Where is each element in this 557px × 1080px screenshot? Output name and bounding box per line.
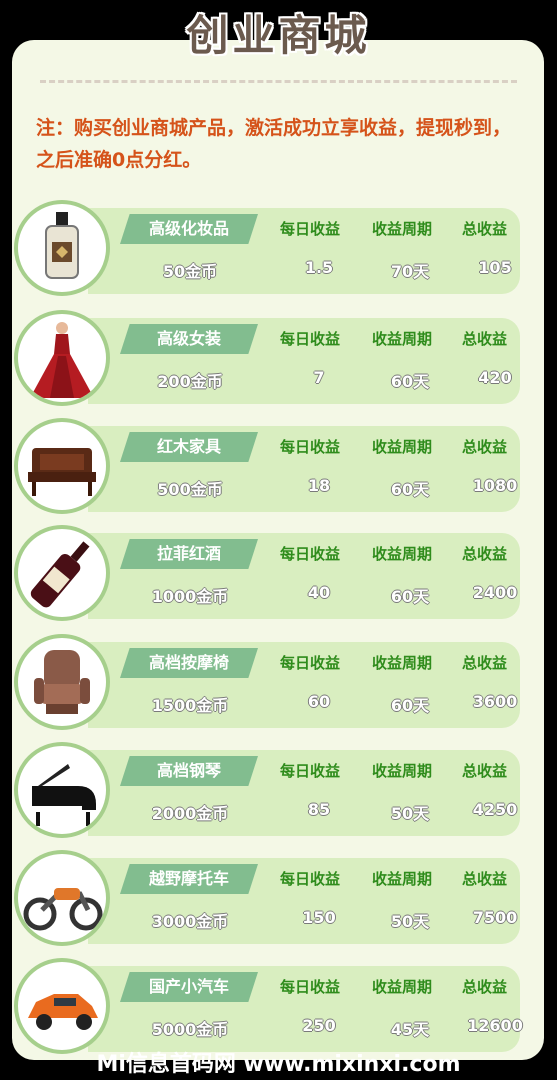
product-row[interactable]: 高档按摩椅 每日收益 收益周期 总收益 1500金币 60 60天 3600 (0, 634, 557, 732)
income-period-header: 收益周期 (372, 978, 433, 996)
product-price: 1000金币 (151, 587, 229, 606)
income-period-header: 收益周期 (372, 654, 433, 672)
product-price: 3000金币 (151, 912, 229, 931)
rosewood-sofa-icon (28, 448, 96, 496)
daily-income-value: 150 (302, 908, 336, 927)
daily-income-header: 每日收益 (280, 870, 341, 888)
product-name: 红木家具 (120, 432, 258, 462)
product-price: 5000金币 (151, 1020, 229, 1039)
daily-income-value: 7 (313, 368, 325, 387)
daily-income-header: 每日收益 (280, 220, 341, 238)
product-image (14, 850, 110, 946)
product-price: 2000金币 (151, 804, 229, 823)
income-period-header: 收益周期 (372, 870, 433, 888)
total-income-header: 总收益 (462, 545, 508, 563)
page-title: 创业商城 (186, 11, 371, 60)
product-image (14, 742, 110, 838)
daily-income-header: 每日收益 (280, 762, 341, 780)
product-name: 国产小汽车 (120, 972, 258, 1002)
daily-income-value: 250 (302, 1016, 336, 1035)
product-name: 拉菲红酒 (120, 539, 258, 569)
income-period-value: 60天 (390, 696, 430, 715)
product-row[interactable]: 高级化妆品 每日收益 收益周期 总收益 50金币 1.5 70天 105 (0, 200, 557, 298)
product-image (14, 418, 110, 514)
product-price: 1500金币 (151, 696, 229, 715)
daily-income-header: 每日收益 (280, 330, 341, 348)
daily-income-value: 60 (307, 692, 331, 711)
product-name: 高级女装 (120, 324, 258, 354)
product-row[interactable]: 越野摩托车 每日收益 收益周期 总收益 3000金币 150 50天 7500 (0, 850, 557, 948)
product-image (14, 634, 110, 730)
product-name: 高级化妆品 (120, 214, 258, 244)
watermark: Mi信息首码网 www.mixinxi.com (96, 1052, 461, 1077)
product-price: 50金币 (162, 262, 218, 281)
product-name: 越野摩托车 (120, 864, 258, 894)
income-period-value: 60天 (390, 480, 430, 499)
total-income-header: 总收益 (462, 762, 508, 780)
product-name: 高档钢琴 (120, 756, 258, 786)
product-image (14, 958, 110, 1054)
product-name: 高档按摩椅 (120, 648, 258, 678)
notice-text: 注：购买创业商城产品，激活成功立享收益，提现秒到，之后准确0点分红。 (36, 117, 512, 171)
product-image (14, 200, 110, 296)
title-divider (40, 80, 517, 83)
income-period-value: 50天 (390, 804, 430, 823)
product-price: 500金币 (157, 480, 223, 499)
red-dress-icon (30, 322, 94, 398)
orange-car-icon (28, 994, 98, 1030)
total-income-header: 总收益 (462, 438, 508, 456)
daily-income-value: 18 (307, 476, 331, 495)
total-income-value: 2400 (472, 583, 518, 602)
income-period-value: 50天 (390, 912, 430, 931)
total-income-value: 4250 (472, 800, 518, 819)
income-period-value: 60天 (390, 587, 430, 606)
product-row[interactable]: 拉菲红酒 每日收益 收益周期 总收益 1000金币 40 60天 2400 (0, 525, 557, 623)
daily-income-header: 每日收益 (280, 978, 341, 996)
massage-chair-icon (34, 650, 90, 714)
total-income-header: 总收益 (462, 220, 508, 238)
income-period-value: 60天 (390, 372, 430, 391)
total-income-value: 420 (478, 368, 512, 387)
total-income-header: 总收益 (462, 330, 508, 348)
daily-income-value: 40 (307, 583, 331, 602)
product-row[interactable]: 高级女装 每日收益 收益周期 总收益 200金币 7 60天 420 (0, 310, 557, 408)
daily-income-header: 每日收益 (280, 438, 341, 456)
income-period-value: 45天 (390, 1020, 430, 1039)
income-period-value: 70天 (390, 262, 430, 281)
daily-income-header: 每日收益 (280, 545, 341, 563)
product-price: 200金币 (157, 372, 223, 391)
product-image (14, 310, 110, 406)
total-income-value: 12600 (467, 1016, 523, 1035)
total-income-value: 7500 (472, 908, 518, 927)
product-row[interactable]: 红木家具 每日收益 收益周期 总收益 500金币 18 60天 1080 (0, 418, 557, 516)
daily-income-value: 85 (307, 800, 331, 819)
grand-piano-icon (32, 764, 96, 826)
total-income-value: 3600 (472, 692, 518, 711)
total-income-header: 总收益 (462, 978, 508, 996)
income-period-header: 收益周期 (372, 438, 433, 456)
income-period-header: 收益周期 (372, 220, 433, 238)
total-income-header: 总收益 (462, 654, 508, 672)
daily-income-value: 1.5 (304, 258, 334, 277)
total-income-header: 总收益 (462, 870, 508, 888)
wine-bottle-icon (30, 541, 90, 608)
perfume-bottle-icon (45, 212, 79, 279)
product-row[interactable]: 国产小汽车 每日收益 收益周期 总收益 5000金币 250 45天 12600 (0, 958, 557, 1056)
total-income-value: 105 (478, 258, 512, 277)
income-period-header: 收益周期 (372, 545, 433, 563)
daily-income-header: 每日收益 (280, 654, 341, 672)
income-period-header: 收益周期 (372, 330, 433, 348)
motorcycle-icon (23, 888, 103, 931)
income-period-header: 收益周期 (372, 762, 433, 780)
total-income-value: 1080 (472, 476, 518, 495)
product-row[interactable]: 高档钢琴 每日收益 收益周期 总收益 2000金币 85 50天 4250 (0, 742, 557, 840)
product-image (14, 525, 110, 621)
